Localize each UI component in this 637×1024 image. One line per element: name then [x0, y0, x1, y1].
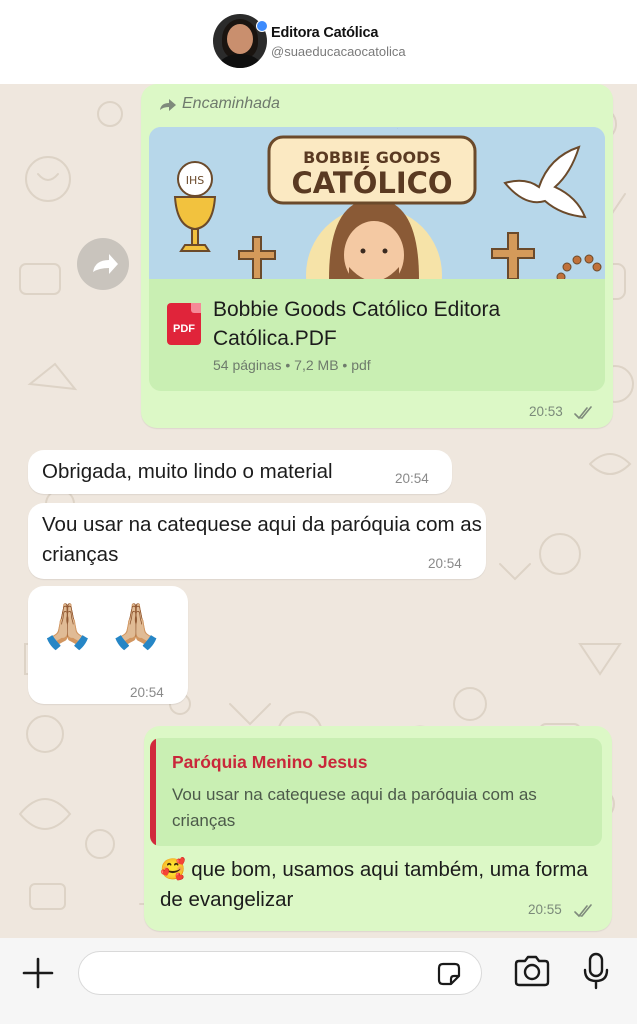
- quoted-message[interactable]: Paróquia Menino Jesus Vou usar na catequ…: [150, 738, 602, 846]
- message-text: Vou usar na catequese aqui da paróquia c…: [42, 513, 482, 566]
- profile-handle: @suaeducacaocatolica: [271, 44, 406, 59]
- incoming-message[interactable]: Obrigada, muito lindo o material 20:54: [28, 450, 452, 494]
- sticker-icon[interactable]: [435, 960, 463, 988]
- document-preview-image[interactable]: . BOBBIE GOODS CATÓLICO IHS: [149, 127, 605, 279]
- plus-icon[interactable]: [21, 956, 55, 990]
- message-input[interactable]: [78, 951, 482, 995]
- camera-icon[interactable]: [512, 954, 552, 990]
- svg-text:.: .: [397, 127, 398, 130]
- document-file-card[interactable]: PDF Bobbie Goods Católico Editora Católi…: [149, 279, 605, 391]
- outgoing-reply-message[interactable]: Paróquia Menino Jesus Vou usar na catequ…: [144, 726, 612, 931]
- double-check-icon: [574, 406, 592, 420]
- pdf-file-icon: PDF: [167, 303, 201, 345]
- avatar-body: [219, 54, 261, 68]
- cover-host-text: IHS: [186, 174, 205, 187]
- message-time: 20:54: [130, 685, 164, 700]
- forwarded-arrow-icon: [160, 99, 176, 111]
- microphone-icon[interactable]: [582, 951, 610, 991]
- share-arrow-icon: [93, 254, 118, 274]
- cover-illustration: . BOBBIE GOODS CATÓLICO IHS: [149, 127, 605, 279]
- avatar-face: [227, 24, 253, 54]
- forwarded-label: Encaminhada: [182, 95, 280, 112]
- forwarded-document-message[interactable]: Encaminhada . BOBBIE GOODS CATÓLICO IHS: [141, 84, 613, 428]
- cover-title-line2: CATÓLICO: [291, 166, 452, 200]
- quote-accent-bar: [150, 738, 156, 846]
- incoming-emoji-message[interactable]: 🙏🏼 🙏🏼 20:54: [28, 586, 188, 704]
- message-text: Obrigada, muito lindo o material: [42, 460, 333, 483]
- chat-header: Editora Católica @suaeducacaocatolica: [0, 0, 637, 84]
- incoming-message[interactable]: Vou usar na catequese aqui da paróquia c…: [28, 503, 486, 579]
- composer-bar: [0, 938, 637, 1024]
- double-check-icon: [574, 904, 592, 918]
- pdf-badge: PDF: [173, 323, 195, 335]
- document-file-name: Bobbie Goods Católico Editora Católica.P…: [213, 298, 501, 350]
- quote-text: Vou usar na catequese aqui da paróquia c…: [172, 785, 537, 830]
- cover-title-line1: BOBBIE GOODS: [303, 148, 441, 167]
- profile-name[interactable]: Editora Católica: [271, 25, 378, 41]
- quote-author: Paróquia Menino Jesus: [172, 752, 368, 772]
- message-time: 20:54: [395, 471, 429, 486]
- message-time: 20:53: [529, 404, 563, 419]
- emoji-text: 🙏🏼 🙏🏼: [40, 601, 164, 652]
- chat-area[interactable]: Encaminhada . BOBBIE GOODS CATÓLICO IHS: [0, 84, 637, 938]
- message-time: 20:55: [528, 902, 562, 917]
- document-file-meta: 54 páginas • 7,2 MB • pdf: [213, 357, 371, 373]
- message-time: 20:54: [428, 556, 462, 571]
- verified-badge-icon: [256, 20, 268, 32]
- forward-share-button[interactable]: [77, 238, 129, 290]
